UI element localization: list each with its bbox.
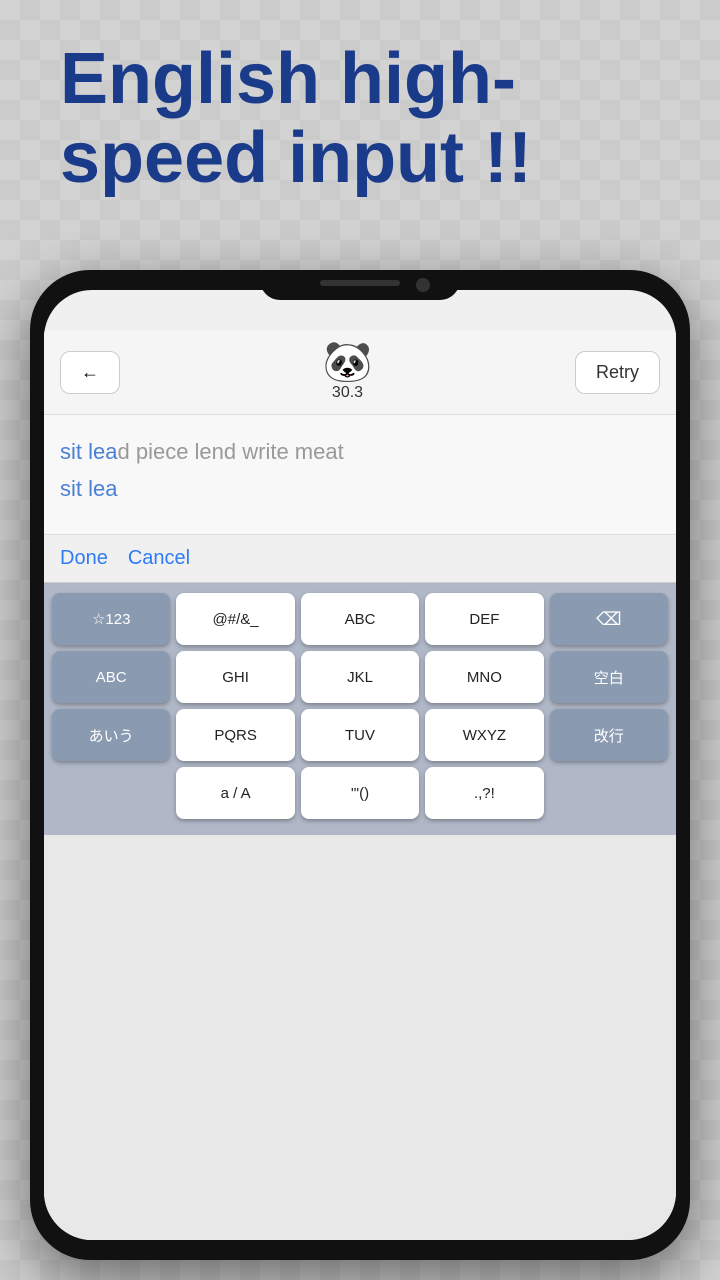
key-label: @#/&_: [213, 611, 259, 628]
back-arrow-icon: ←: [81, 362, 99, 383]
key-aiueo[interactable]: あいう: [52, 709, 170, 761]
key-jkl[interactable]: JKL: [301, 651, 419, 703]
score-display: 30.3: [332, 384, 363, 402]
page-title: English high- speed input !!: [60, 40, 660, 198]
key-label: .,?!: [474, 785, 495, 802]
key-def[interactable]: DEF: [425, 593, 543, 645]
remaining-portion: d piece lend write meat: [117, 439, 343, 464]
key-punctuation[interactable]: .,?!: [425, 767, 543, 819]
key-delete[interactable]: ⌫: [550, 593, 668, 645]
delete-icon: ⌫: [596, 609, 621, 630]
key-label: GHI: [222, 669, 249, 686]
key-return[interactable]: 改行: [550, 709, 668, 761]
key-label: ABC: [96, 669, 127, 686]
key-abc-row2[interactable]: ABC: [52, 651, 170, 703]
keyboard-row-4: a / A '"() .,?!: [52, 767, 668, 819]
key-label: MNO: [467, 669, 502, 686]
key-label: 改行: [594, 725, 624, 746]
keyboard-row-2: ABC GHI JKL MNO 空白: [52, 651, 668, 703]
key-label: WXYZ: [463, 727, 506, 744]
phone-camera: [416, 278, 430, 292]
key-ghi[interactable]: GHI: [176, 651, 294, 703]
done-cancel-bar: Done Cancel: [44, 535, 676, 583]
target-text-line1: sit lead piece lend write meat: [60, 435, 660, 468]
retry-button[interactable]: Retry: [575, 351, 660, 394]
phone-screen: ← 🐼 30.3 Retry sit lead piece lend write…: [44, 290, 676, 1240]
panda-score-area: 🐼 30.3: [130, 342, 565, 402]
key-space-jp[interactable]: 空白: [550, 651, 668, 703]
input-text-line2: sit lea: [60, 476, 660, 502]
key-a-slash-A[interactable]: a / A: [176, 767, 294, 819]
key-label: ABC: [345, 611, 376, 628]
key-symbols[interactable]: @#/&_: [176, 593, 294, 645]
back-button[interactable]: ←: [60, 351, 120, 394]
key-tuv[interactable]: TUV: [301, 709, 419, 761]
key-label: ☆123: [92, 610, 130, 628]
key-quotes[interactable]: '"(): [301, 767, 419, 819]
keyboard-area: ☆123 @#/&_ ABC DEF ⌫: [44, 583, 676, 835]
typed-portion: sit lea: [60, 439, 117, 464]
key-wxyz[interactable]: WXYZ: [425, 709, 543, 761]
phone-frame: ← 🐼 30.3 Retry sit lead piece lend write…: [30, 270, 690, 1260]
text-display-area: sit lead piece lend write meat sit lea: [44, 415, 676, 535]
key-abc-row1[interactable]: ABC: [301, 593, 419, 645]
key-label: '"(): [351, 785, 369, 802]
key-label: JKL: [347, 669, 373, 686]
key-label: あいう: [89, 725, 134, 746]
retry-label: Retry: [596, 362, 639, 382]
key-label: 空白: [594, 667, 624, 688]
screen-content: ← 🐼 30.3 Retry sit lead piece lend write…: [44, 330, 676, 1240]
key-pqrs[interactable]: PQRS: [176, 709, 294, 761]
phone-notch: [260, 270, 460, 300]
title-area: English high- speed input !!: [60, 40, 660, 198]
done-label: Done: [60, 547, 108, 569]
keyboard-row-1: ☆123 @#/&_ ABC DEF ⌫: [52, 593, 668, 645]
key-label: TUV: [345, 727, 375, 744]
keyboard-row-3: あいう PQRS TUV WXYZ 改行: [52, 709, 668, 761]
cancel-label: Cancel: [128, 547, 190, 569]
key-label: PQRS: [214, 727, 257, 744]
key-label: DEF: [469, 611, 499, 628]
top-bar: ← 🐼 30.3 Retry: [44, 330, 676, 415]
key-label: a / A: [221, 785, 251, 802]
key-star123[interactable]: ☆123: [52, 593, 170, 645]
panda-mascot: 🐼: [323, 342, 373, 382]
done-button[interactable]: Done: [60, 547, 108, 570]
cancel-button[interactable]: Cancel: [128, 547, 190, 570]
key-mno[interactable]: MNO: [425, 651, 543, 703]
phone-speaker: [320, 280, 400, 286]
